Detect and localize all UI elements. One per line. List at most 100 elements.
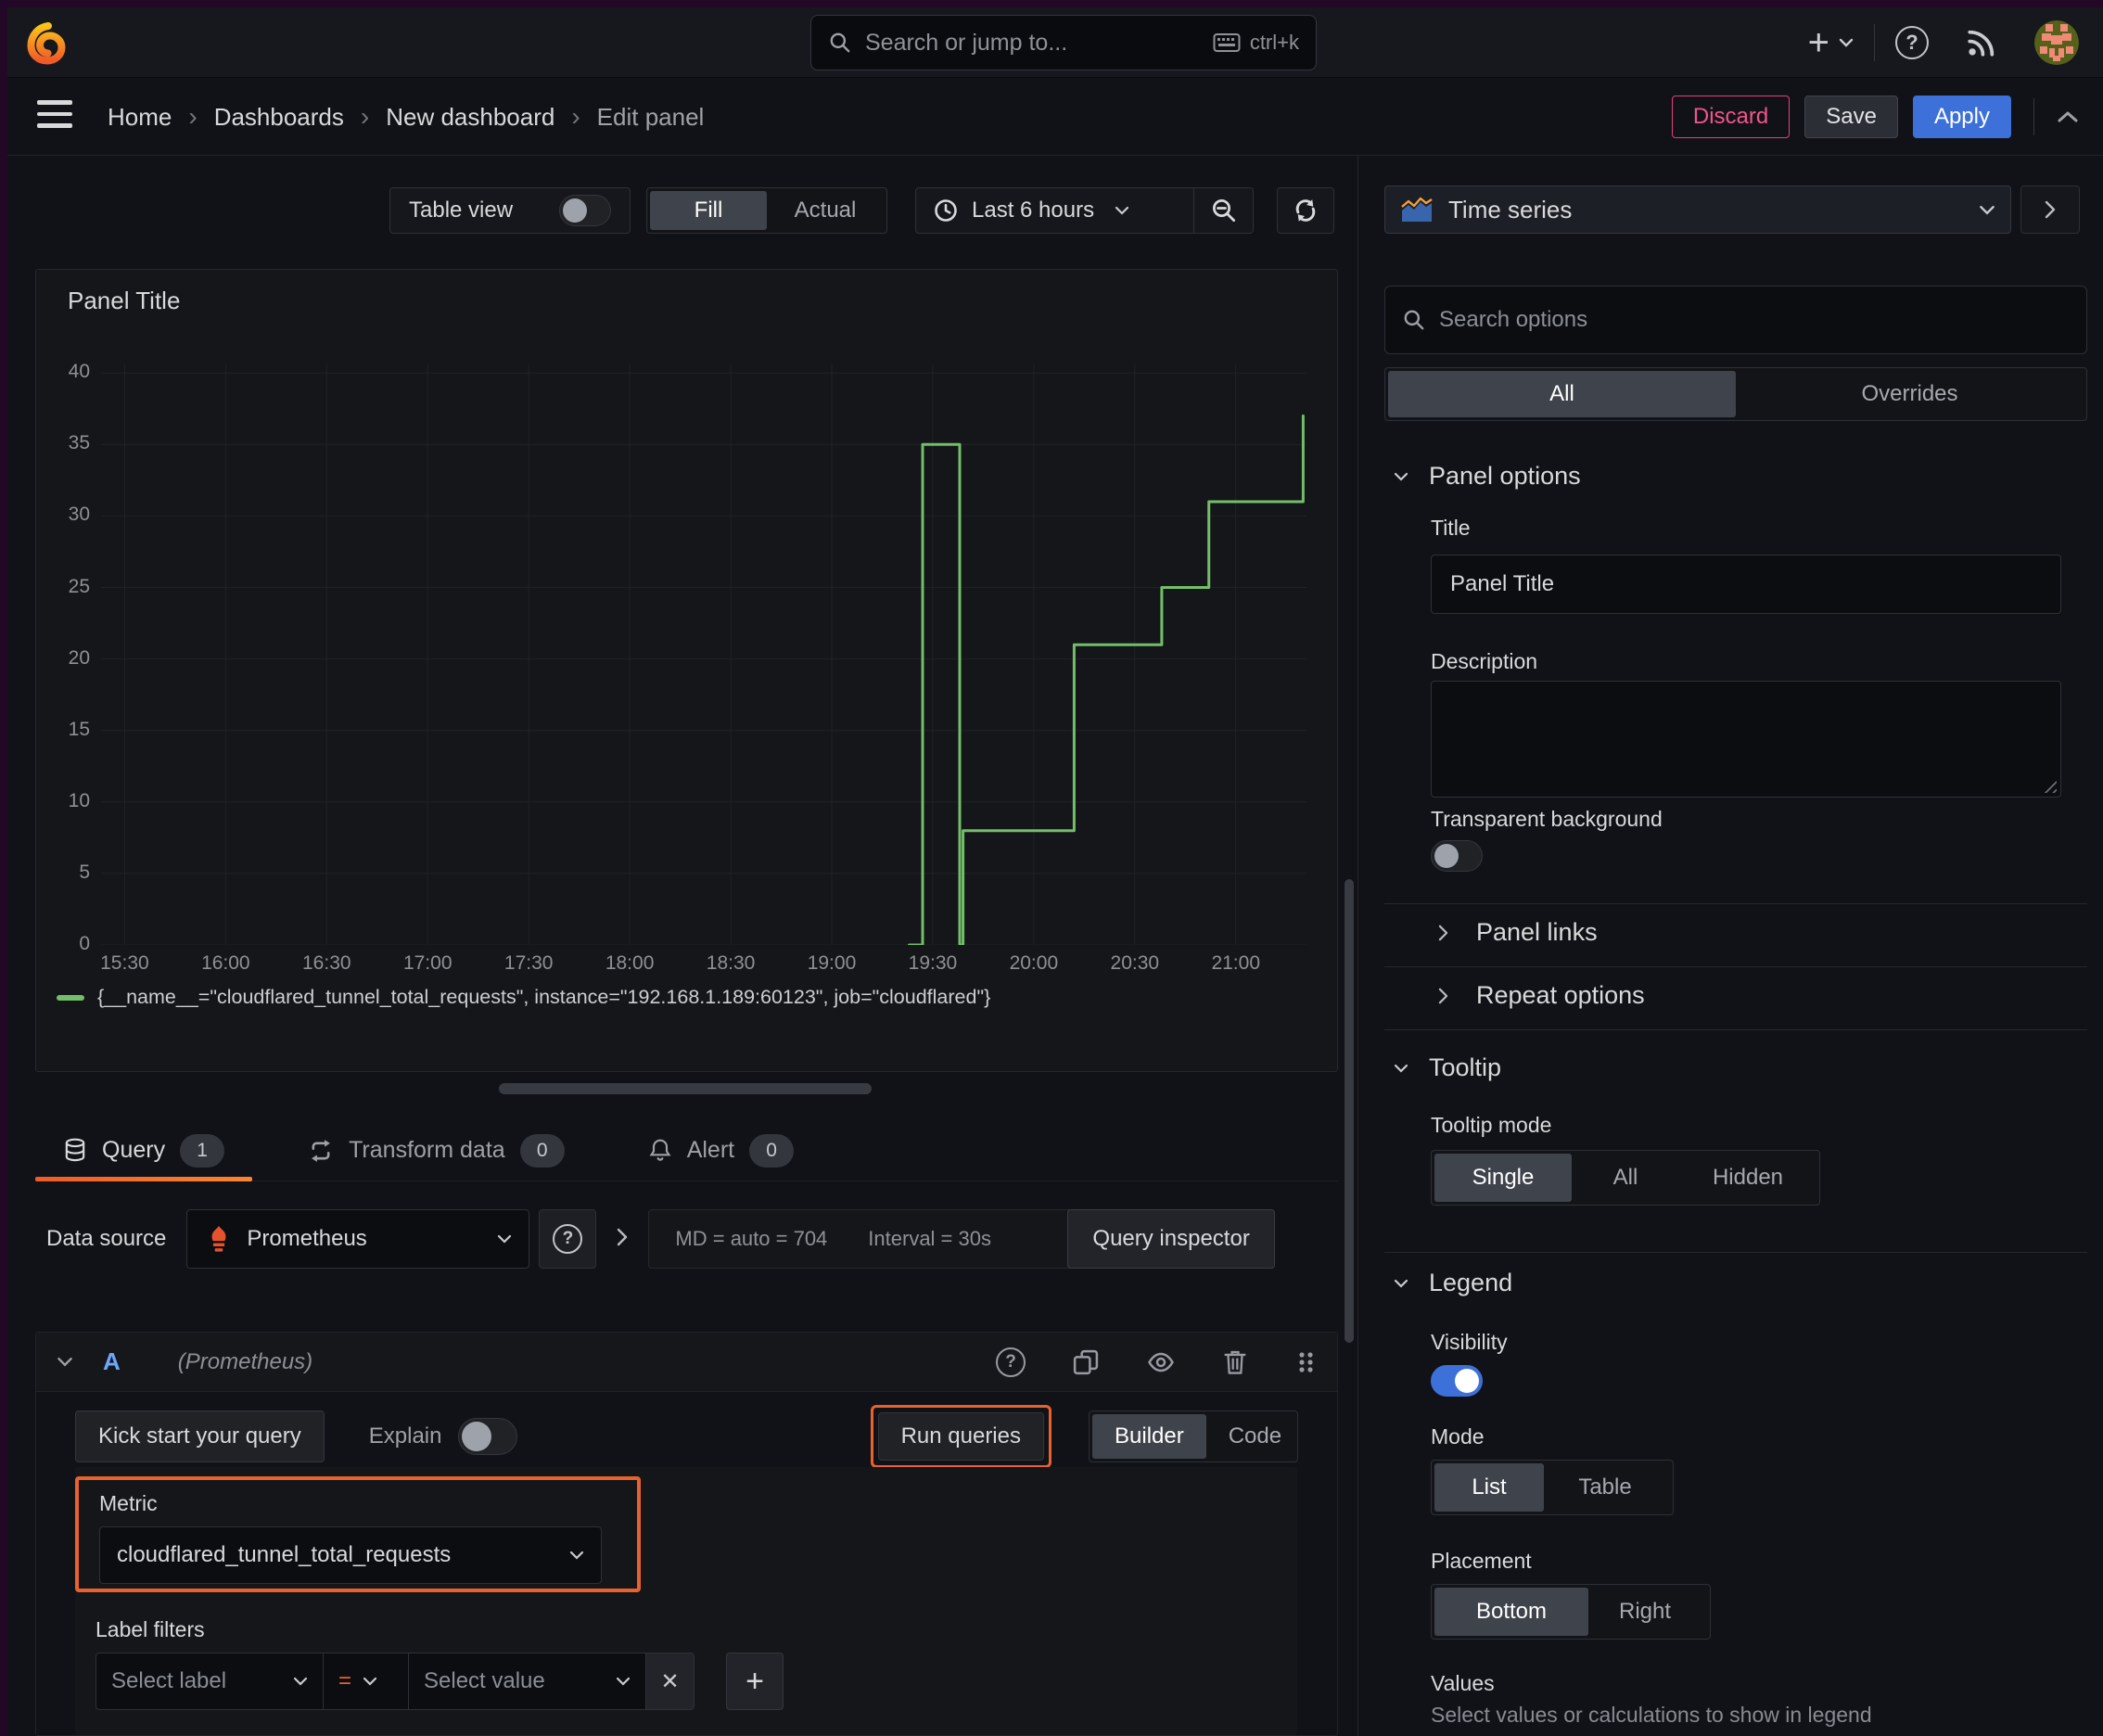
select-label-dropdown[interactable]: Select label [96,1653,324,1710]
panel-title-input[interactable] [1431,555,2061,614]
global-search-input[interactable]: Search or jump to... ctrl+k [810,15,1317,70]
prometheus-icon [211,1226,226,1252]
tooltip-mode-all[interactable]: All [1572,1154,1679,1202]
remove-filter-button[interactable]: ✕ [646,1653,695,1710]
breadcrumb-home[interactable]: Home [108,103,172,132]
repeat-options-label: Repeat options [1476,981,1645,1009]
datasource-value: Prometheus [247,1226,367,1251]
panel-preview: Panel Title 0 5 10 15 20 25 30 35 40 15:30 16:00 1… [35,269,1338,1072]
delete-query-trash-icon[interactable] [1222,1348,1248,1376]
datasource-picker[interactable]: Prometheus [186,1209,530,1269]
divider [1384,1252,2087,1253]
legend-section-header[interactable]: Legend [1394,1269,1512,1297]
builder-option[interactable]: Builder [1092,1414,1206,1459]
legend-placement-right[interactable]: Right [1588,1588,1702,1636]
datasource-help-button[interactable]: ? [539,1209,597,1269]
help-icon[interactable]: ? [1895,26,1929,59]
select-label-placeholder: Select label [111,1668,227,1693]
add-new-chevron-icon[interactable] [1839,38,1854,47]
breadcrumb-new-dashboard[interactable]: New dashboard [386,103,554,132]
open-viz-list-button[interactable] [2020,185,2080,234]
query-row-header[interactable]: A (Prometheus) ? [36,1333,1337,1392]
refresh-button[interactable] [1277,187,1334,234]
time-series-viz-icon [1401,197,1433,222]
y-axis-tick-label: 35 [68,432,90,454]
chevron-down-icon [616,1677,631,1686]
tooltip-mode-hidden[interactable]: Hidden [1679,1154,1816,1202]
explain-toggle[interactable] [458,1418,518,1455]
table-view-control: Table view [389,187,631,234]
query-help-icon[interactable]: ? [996,1347,1026,1377]
add-new-button[interactable]: + [1808,22,1829,64]
x-axis-tick-label: 20:30 [1110,952,1160,974]
transparent-background-toggle[interactable] [1431,840,1483,872]
chart-legend[interactable]: {__name__="cloudflared_tunnel_total_requ… [57,986,990,1009]
chevron-right-icon[interactable] [617,1228,628,1251]
description-textarea[interactable] [1431,681,2061,798]
tab-overrides[interactable]: Overrides [1736,371,2084,417]
duplicate-query-icon[interactable] [1072,1348,1100,1376]
chevron-right-icon [1438,925,1448,940]
legend-placement-segmented: Bottom Right [1431,1584,1711,1640]
metric-value: cloudflared_tunnel_total_requests [117,1542,452,1567]
run-queries-button[interactable]: Run queries [877,1412,1044,1461]
discard-button[interactable]: Discard [1671,96,1791,138]
grafana-logo[interactable] [26,20,70,65]
table-view-label: Table view [409,198,514,223]
actual-option[interactable]: Actual [767,191,884,230]
resize-handle-icon[interactable] [2040,776,2057,793]
tab-transform-data[interactable]: Transform data 0 [280,1120,593,1181]
toggle-visibility-eye-icon[interactable] [1146,1348,1176,1376]
zoom-out-button[interactable] [1193,188,1253,233]
save-button[interactable]: Save [1804,96,1898,138]
actions-divider [2033,98,2034,135]
select-value-dropdown[interactable]: Select value [409,1653,646,1710]
table-view-toggle[interactable] [559,195,611,226]
legend-mode-list[interactable]: List [1434,1463,1544,1512]
fill-option[interactable]: Fill [650,191,767,230]
tab-all[interactable]: All [1388,371,1736,417]
add-filter-button[interactable]: + [726,1653,784,1710]
tooltip-section-header[interactable]: Tooltip [1394,1053,1501,1082]
description-field-label: Description [1431,649,1538,673]
drag-handle-grip-icon[interactable] [1294,1348,1317,1376]
collapse-panel-chevron-up-icon[interactable] [2057,110,2079,123]
legend-placement-bottom[interactable]: Bottom [1434,1588,1588,1636]
query-ref-id: A [103,1347,121,1375]
tab-query-count: 1 [180,1133,225,1168]
legend-mode-table[interactable]: Table [1544,1463,1666,1512]
user-avatar[interactable] [2034,20,2079,65]
panel-links-section[interactable]: Panel links [1438,918,1598,947]
menu-hamburger-icon[interactable] [37,100,72,128]
y-axis-tick-label: 0 [79,933,90,954]
operator-dropdown[interactable]: = [324,1653,409,1710]
tab-alert[interactable]: Alert 0 [620,1120,822,1181]
metric-select[interactable]: cloudflared_tunnel_total_requests [99,1526,602,1584]
legend-heading: Legend [1429,1269,1513,1296]
time-range-picker[interactable]: Last 6 hours [916,198,1193,223]
time-series-chart[interactable] [101,364,1306,945]
legend-visibility-toggle[interactable] [1431,1365,1483,1397]
panel-resize-handle[interactable] [499,1083,872,1094]
apply-button[interactable]: Apply [1912,96,2011,138]
kick-start-query-button[interactable]: Kick start your query [75,1410,325,1462]
time-range-control: Last 6 hours [915,187,1254,234]
visualization-picker[interactable]: Time series [1384,185,2011,234]
chevron-down-icon [363,1677,377,1686]
news-rss-icon[interactable] [1966,27,1997,58]
x-axis-tick-label: 21:00 [1211,952,1261,974]
repeat-options-section[interactable]: Repeat options [1438,981,1645,1010]
panel-options-section-header[interactable]: Panel options [1394,462,1581,491]
tooltip-mode-single[interactable]: Single [1434,1154,1572,1202]
search-options-input[interactable]: Search options [1384,286,2087,354]
tab-query[interactable]: Query 1 [35,1120,253,1181]
vertical-scrollbar[interactable] [1345,879,1354,1343]
breadcrumb-dashboards[interactable]: Dashboards [214,103,344,132]
chevron-down-icon [498,1234,512,1244]
time-range-label: Last 6 hours [972,198,1095,223]
code-option[interactable]: Code [1206,1414,1304,1459]
x-axis-tick-label: 17:30 [503,952,554,974]
search-icon [828,31,852,55]
panel-links-label: Panel links [1476,918,1598,946]
query-inspector-button[interactable]: Query inspector [1067,1209,1275,1269]
